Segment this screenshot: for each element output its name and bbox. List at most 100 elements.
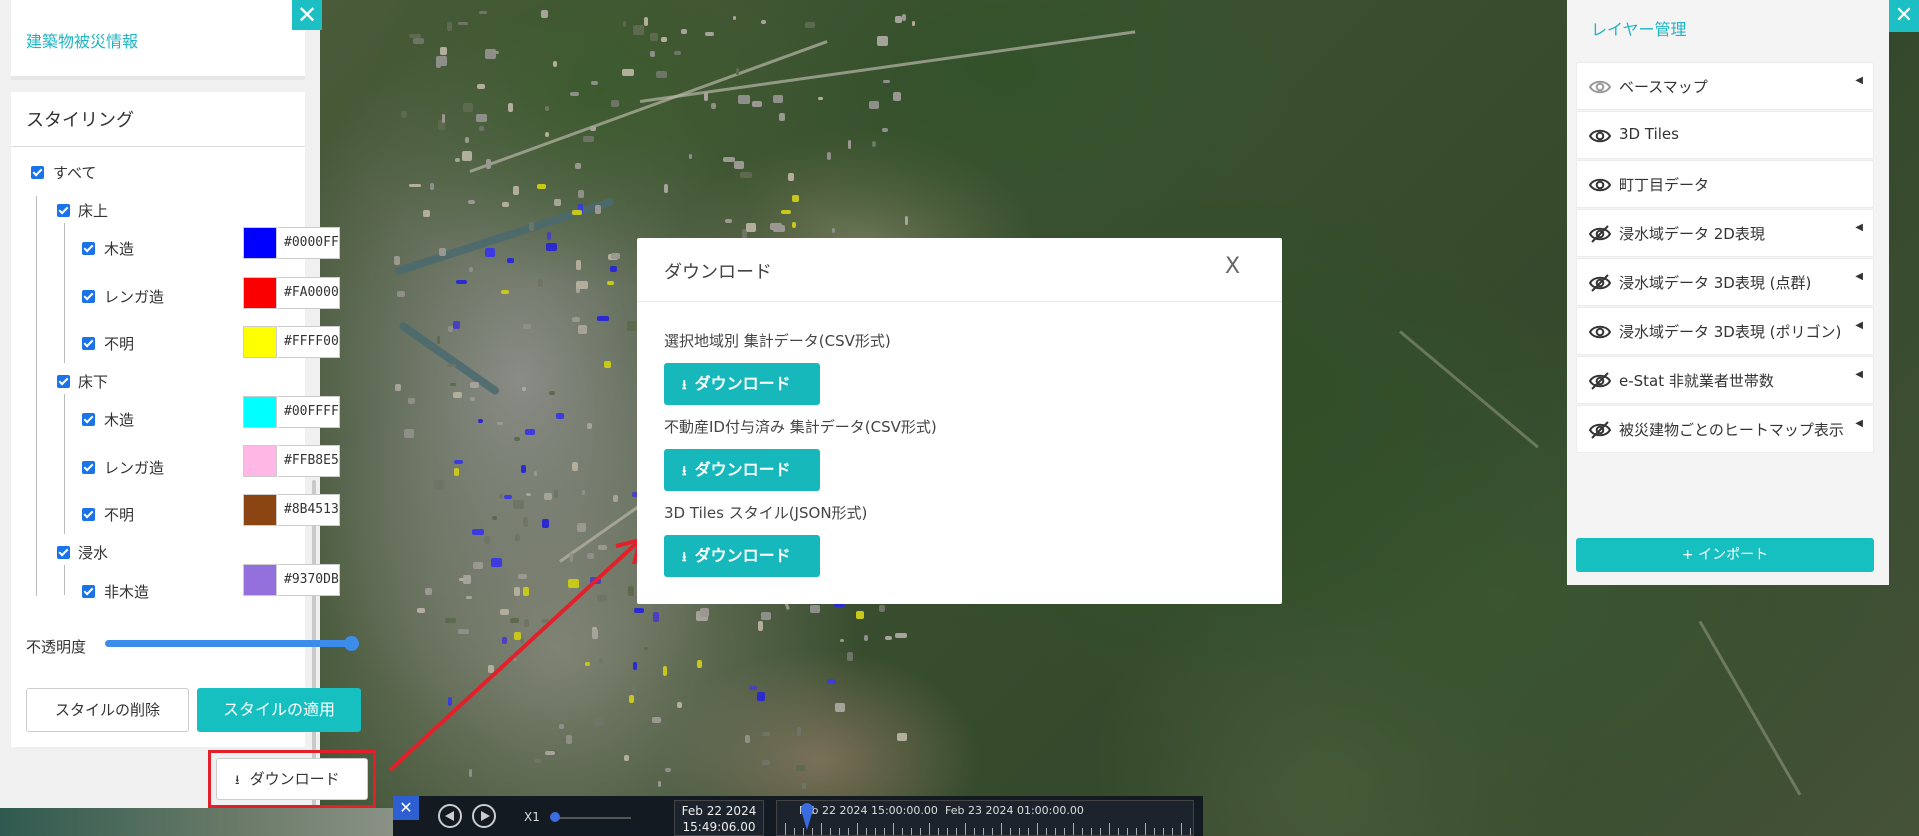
layer-item[interactable]: 3D Tiles bbox=[1576, 111, 1874, 159]
eye-off-icon[interactable] bbox=[1588, 224, 1612, 244]
caret-left-icon[interactable]: ◀ bbox=[1855, 369, 1863, 380]
delete-style-button[interactable]: スタイルの削除 bbox=[26, 688, 189, 732]
layer-item[interactable]: 町丁目データ bbox=[1576, 160, 1874, 208]
caret-left-icon[interactable]: ◀ bbox=[1855, 75, 1863, 86]
layer-item[interactable]: ベースマップ ◀ bbox=[1576, 62, 1874, 110]
map-texture bbox=[586, 422, 592, 430]
checkbox-all[interactable] bbox=[31, 166, 44, 179]
map-texture bbox=[522, 516, 528, 527]
apply-style-button[interactable]: スタイルの適用 bbox=[197, 688, 361, 732]
map-texture bbox=[498, 493, 503, 499]
timeline-tick bbox=[992, 828, 993, 835]
map-texture bbox=[408, 397, 416, 405]
opacity-slider[interactable] bbox=[105, 640, 350, 647]
item-label: 非木造 bbox=[104, 583, 150, 601]
map-texture bbox=[657, 780, 661, 787]
map-texture bbox=[864, 634, 868, 641]
map-texture bbox=[523, 323, 531, 329]
map-texture bbox=[578, 324, 588, 335]
map-texture bbox=[439, 47, 447, 55]
map-texture bbox=[470, 381, 480, 389]
eye-icon[interactable] bbox=[1588, 126, 1612, 146]
map-texture bbox=[610, 252, 620, 260]
eye-icon[interactable] bbox=[1588, 77, 1612, 97]
color-hex-input[interactable]: #FFFF00 bbox=[278, 326, 340, 358]
building-marker bbox=[524, 429, 535, 436]
layer-item[interactable]: 浸水域データ 3D表現 (ポリゴン) ◀ bbox=[1576, 307, 1874, 355]
timeline-marker-icon[interactable] bbox=[801, 802, 813, 832]
checkbox-item[interactable] bbox=[82, 585, 95, 598]
caret-left-icon[interactable]: ◀ bbox=[1855, 418, 1863, 429]
map-texture bbox=[902, 14, 906, 22]
building-marker bbox=[456, 280, 468, 285]
map-texture bbox=[802, 783, 807, 790]
checkbox-group[interactable] bbox=[57, 546, 70, 559]
eye-off-icon[interactable] bbox=[1588, 420, 1612, 440]
checkbox-item[interactable] bbox=[82, 290, 95, 303]
layer-item[interactable]: 被災建物ごとのヒートマップ表示 ◀ bbox=[1576, 405, 1874, 453]
download-button[interactable]: ⭳ ダウンロード bbox=[216, 758, 368, 800]
caret-left-icon[interactable]: ◀ bbox=[1855, 222, 1863, 233]
close-icon[interactable]: ✕ bbox=[292, 0, 322, 30]
map-texture bbox=[412, 37, 425, 45]
eye-off-icon[interactable] bbox=[1588, 371, 1612, 391]
download-csv-region-button[interactable]: ⭳ ダウンロード bbox=[664, 363, 820, 405]
color-hex-input[interactable]: #8B4513 bbox=[278, 494, 340, 526]
play-reverse-button[interactable] bbox=[438, 804, 462, 828]
speed-slider[interactable] bbox=[553, 817, 631, 819]
color-swatch[interactable] bbox=[243, 326, 277, 358]
timeline-track[interactable]: Feb 22 2024 15:00:00.00 Feb 23 2024 01:0… bbox=[776, 800, 1194, 836]
building-marker bbox=[452, 321, 461, 330]
speed-slider-thumb[interactable] bbox=[550, 812, 560, 822]
color-swatch[interactable] bbox=[243, 445, 277, 477]
eye-icon[interactable] bbox=[1588, 322, 1612, 342]
map-texture bbox=[577, 523, 586, 532]
color-hex-input[interactable]: #FA0000 bbox=[278, 277, 340, 309]
layer-item[interactable]: 浸水域データ 2D表現 ◀ bbox=[1576, 209, 1874, 257]
map-texture bbox=[467, 199, 476, 205]
layer-item[interactable]: 浸水域データ 3D表現 (点群) ◀ bbox=[1576, 258, 1874, 306]
layer-item[interactable]: e-Stat 非就業者世帯数 ◀ bbox=[1576, 356, 1874, 404]
clock-date: Feb 22 2024 bbox=[681, 804, 757, 818]
close-icon[interactable]: ✕ bbox=[393, 796, 419, 820]
map-texture bbox=[553, 199, 562, 207]
map-texture bbox=[727, 742, 732, 750]
color-hex-input[interactable]: #FFB8E5 bbox=[278, 445, 340, 477]
close-icon[interactable]: ✕ bbox=[1889, 0, 1919, 32]
layer-label: 町丁目データ bbox=[1619, 176, 1710, 194]
color-swatch[interactable] bbox=[243, 494, 277, 526]
checkbox-item[interactable] bbox=[82, 461, 95, 474]
checkbox-item[interactable] bbox=[82, 242, 95, 255]
checkbox-group[interactable] bbox=[57, 204, 70, 217]
timeline-tick bbox=[1028, 828, 1029, 835]
map-texture bbox=[831, 227, 836, 234]
caret-left-icon[interactable]: ◀ bbox=[1855, 271, 1863, 282]
map-texture bbox=[699, 607, 709, 617]
color-hex-input[interactable]: #0000FF bbox=[278, 227, 340, 259]
opacity-slider-thumb[interactable] bbox=[344, 636, 359, 651]
timeline-tick bbox=[785, 823, 786, 835]
checkbox-item[interactable] bbox=[82, 413, 95, 426]
color-swatch[interactable] bbox=[243, 277, 277, 309]
download-section-label: 3D Tiles スタイル(JSON形式) bbox=[664, 504, 868, 522]
timeline-tick bbox=[866, 828, 867, 835]
color-swatch[interactable] bbox=[243, 227, 277, 259]
close-icon[interactable]: X bbox=[1225, 254, 1240, 279]
color-swatch[interactable] bbox=[243, 564, 277, 596]
download-csv-realestate-button[interactable]: ⭳ ダウンロード bbox=[664, 449, 820, 491]
timeline-bar: ✕ X1 Feb 22 2024 15:49:06.00 Feb 22 2024… bbox=[393, 796, 1203, 836]
import-button[interactable]: + インポート bbox=[1576, 538, 1874, 572]
color-hex-input[interactable]: #9370DB bbox=[278, 564, 340, 596]
checkbox-group[interactable] bbox=[57, 375, 70, 388]
map-texture bbox=[449, 382, 457, 386]
checkbox-item[interactable] bbox=[82, 337, 95, 350]
map-texture bbox=[893, 91, 901, 102]
checkbox-item[interactable] bbox=[82, 508, 95, 521]
caret-left-icon[interactable]: ◀ bbox=[1855, 320, 1863, 331]
play-forward-button[interactable] bbox=[472, 804, 496, 828]
eye-icon[interactable] bbox=[1588, 175, 1612, 195]
color-swatch[interactable] bbox=[243, 396, 277, 428]
download-json-style-button[interactable]: ⭳ ダウンロード bbox=[664, 535, 820, 577]
eye-off-icon[interactable] bbox=[1588, 273, 1612, 293]
color-hex-input[interactable]: #00FFFF bbox=[278, 396, 340, 428]
